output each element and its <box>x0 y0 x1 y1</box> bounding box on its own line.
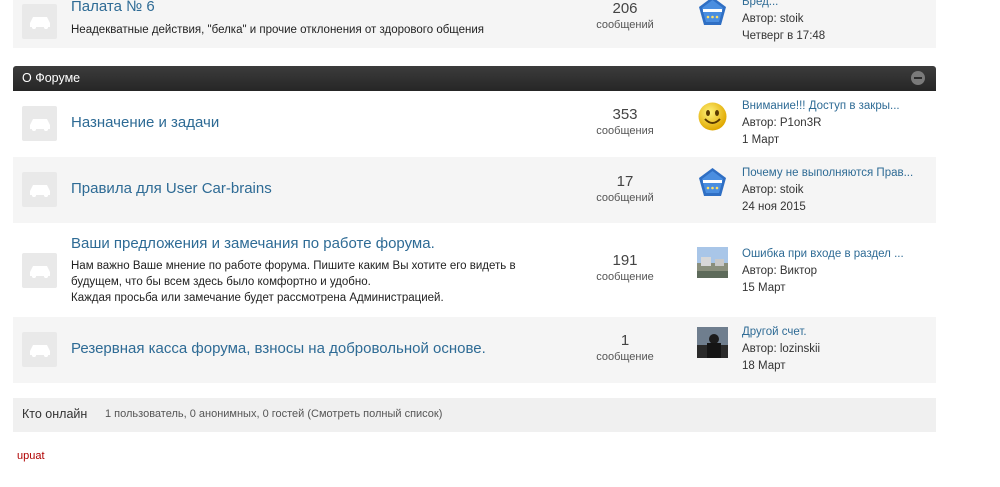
last-post-title-link[interactable]: Почему не выполняются Прав... <box>742 165 932 182</box>
footer-link[interactable]: upuat <box>17 450 45 462</box>
last-post: Почему не выполняются Прав... Автор: sto… <box>742 165 932 216</box>
last-post-title-link[interactable]: Внимание!!! Доступ в закры... <box>742 98 932 115</box>
forum-title-link[interactable]: Резервная касса форума, взносы на добров… <box>71 340 486 357</box>
post-count-number: 206 <box>612 0 638 17</box>
car-icon <box>22 253 57 288</box>
forum-description-line: будущем, что бы всем здесь было комфортн… <box>71 276 371 288</box>
car-icon <box>22 172 57 207</box>
last-post-title-link[interactable]: Ошибка при входе в раздел ... <box>742 246 932 263</box>
last-post-author: Автор: lozinskii <box>742 343 821 355</box>
forum-description: Неадекватные действия, "белка" и прочие … <box>71 24 485 36</box>
forum-title-link[interactable]: Палата № 6 <box>71 0 155 15</box>
forum-row-suggestions: Ваши предложения и замечания по работе ф… <box>13 223 936 317</box>
last-post: Ошибка при входе в раздел ... Автор: Вик… <box>742 246 932 297</box>
forum-title-link[interactable]: Ваши предложения и замечания по работе ф… <box>71 235 435 252</box>
who-is-online: Кто онлайн 1 пользователь, 0 анонимных, … <box>13 398 936 432</box>
post-count-label: сообщений <box>596 192 654 204</box>
post-count-label: сообщения <box>596 125 654 137</box>
forum-description-line: Нам важно Ваше мнение по работе форума. … <box>71 260 516 272</box>
avatar[interactable] <box>697 327 728 358</box>
last-post: Бред... Автор: stoik Четверг в 17:48 <box>742 0 932 45</box>
forum-title-link[interactable]: Правила для User Car-brains <box>71 180 272 197</box>
avatar[interactable] <box>697 247 728 278</box>
forum-title-link[interactable]: Назначение и задачи <box>71 114 219 131</box>
last-post: Внимание!!! Доступ в закры... Автор: P1o… <box>742 98 932 149</box>
post-count: 1 сообщение <box>581 332 669 365</box>
last-post-date: 18 Март <box>742 360 786 372</box>
post-count-number: 1 <box>620 332 630 349</box>
last-post-date: 1 Март <box>742 134 780 146</box>
last-post-author: Автор: P1on3R <box>742 117 822 129</box>
last-post-date: 15 Март <box>742 282 786 294</box>
last-post: Другой счет. Автор: lozinskii 18 Март <box>742 324 932 375</box>
last-post-author: Автор: stoik <box>742 13 804 25</box>
post-count-number: 17 <box>616 173 634 190</box>
post-count: 206 сообщений <box>581 0 669 33</box>
post-count-number: 353 <box>612 106 638 123</box>
post-count-number: 191 <box>612 252 638 269</box>
post-count: 17 сообщений <box>581 173 669 206</box>
forum-row-purpose: Назначение и задачи 353 сообщения Вниман… <box>13 91 936 157</box>
car-icon <box>22 332 57 367</box>
last-post-title-link[interactable]: Бред... <box>742 0 932 11</box>
forum-row-palata: Палата № 6 Неадекватные действия, "белка… <box>13 0 936 48</box>
car-icon <box>22 4 57 39</box>
forum-row-reserve: Резервная касса форума, взносы на добров… <box>13 317 936 383</box>
avatar[interactable] <box>697 167 728 198</box>
car-icon <box>22 106 57 141</box>
last-post-author: Автор: stoik <box>742 184 804 196</box>
post-count: 353 сообщения <box>581 106 669 139</box>
category-header: О Форуме <box>13 66 936 91</box>
last-post-date: Четверг в 17:48 <box>742 30 826 42</box>
forum-description-line: Каждая просьба или замечание будет рассм… <box>71 292 444 304</box>
forum-description: Нам важно Ваше мнение по работе форума. … <box>71 258 551 306</box>
avatar[interactable] <box>697 0 728 27</box>
avatar[interactable] <box>697 101 728 132</box>
post-count-label: сообщение <box>596 351 654 363</box>
last-post-title-link[interactable]: Другой счет. <box>742 324 932 341</box>
category-title[interactable]: О Форуме <box>22 71 80 85</box>
post-count: 191 сообщение <box>581 252 669 285</box>
post-count-label: сообщений <box>596 19 654 31</box>
online-label: Кто онлайн <box>22 407 88 421</box>
forum-row-rules: Правила для User Car-brains 17 сообщений… <box>13 157 936 223</box>
post-count-label: сообщение <box>596 271 654 283</box>
online-stats-link[interactable]: 1 пользователь, 0 анонимных, 0 гостей (С… <box>105 408 442 420</box>
last-post-date: 24 ноя 2015 <box>742 201 806 213</box>
last-post-author: Автор: Виктор <box>742 265 818 277</box>
minus-circle-icon[interactable] <box>911 71 925 85</box>
